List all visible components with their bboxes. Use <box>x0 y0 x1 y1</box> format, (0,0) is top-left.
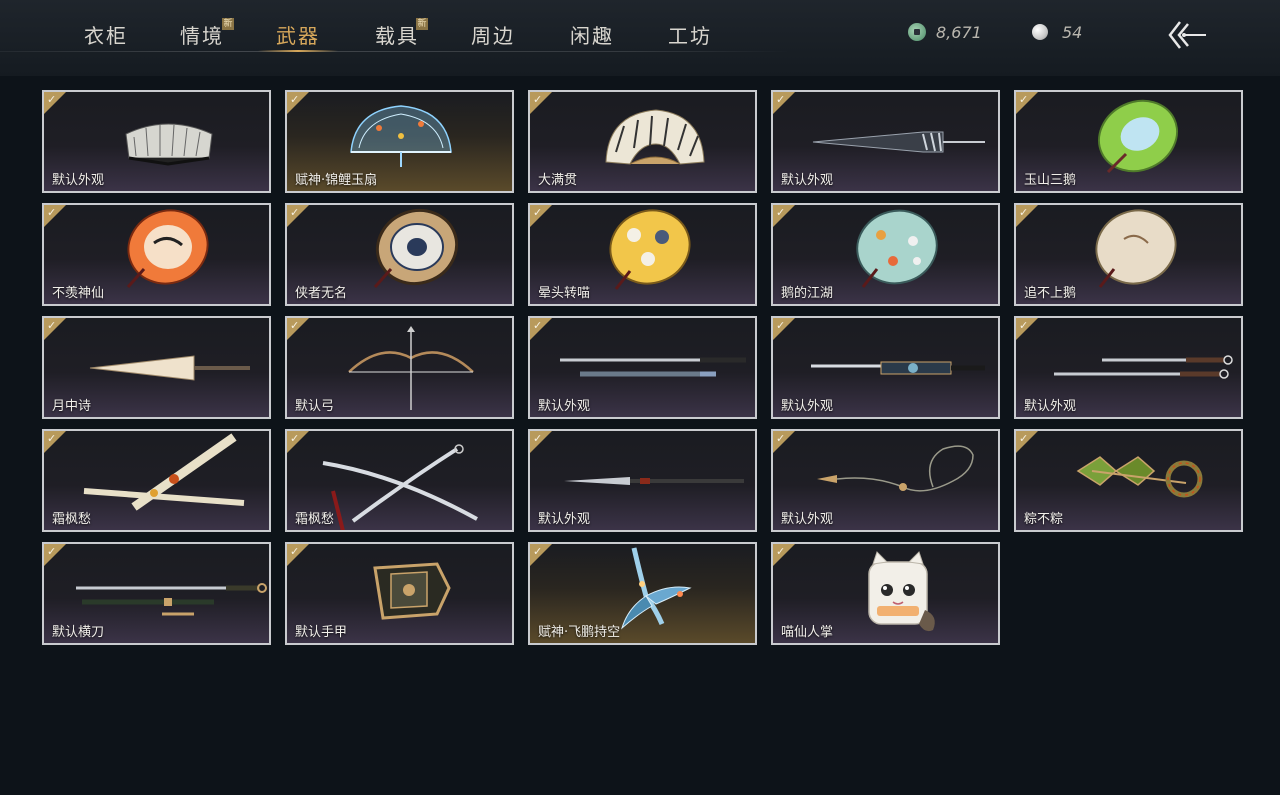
item-label: 默认外观 <box>538 399 591 414</box>
item-label: 追不上鹅 <box>1024 286 1077 301</box>
item-label: 默认横刀 <box>52 625 105 640</box>
check-icon: ✓ <box>533 93 543 106</box>
check-icon: ✓ <box>47 206 57 219</box>
weapon-card[interactable]: ✓ 默认外观 <box>42 90 271 193</box>
item-label: 赋神·锦鲤玉扇 <box>295 173 378 188</box>
jade-currency: 8,671 <box>908 22 982 42</box>
weapon-card[interactable]: ✓ 默认外观 <box>771 316 1000 419</box>
new-badge: 新 <box>416 18 428 30</box>
check-icon: ✓ <box>1019 432 1029 445</box>
check-icon: ✓ <box>776 206 786 219</box>
item-label: 大满贯 <box>538 173 578 188</box>
check-icon: ✓ <box>47 319 57 332</box>
tabs-divider <box>0 51 790 52</box>
weapon-card[interactable]: ✓ 默认外观 <box>528 429 757 532</box>
tab-leisure[interactable]: 闲趣 <box>570 20 614 50</box>
jade-amount: 8,671 <box>936 22 982 42</box>
check-icon: ✓ <box>47 93 57 106</box>
weapon-card[interactable]: ✓ 默认外观 <box>771 429 1000 532</box>
item-label: 默认外观 <box>538 512 591 527</box>
check-icon: ✓ <box>533 432 543 445</box>
item-label: 默认外观 <box>52 173 105 188</box>
weapon-card[interactable]: ✓ 默认横刀 <box>42 542 271 645</box>
tab-scenario[interactable]: 情境 <box>180 20 224 50</box>
check-icon: ✓ <box>533 545 543 558</box>
tab-wardrobe[interactable]: 衣柜 <box>84 20 128 50</box>
check-icon: ✓ <box>1019 93 1029 106</box>
back-arrow-icon <box>1168 21 1206 49</box>
weapon-card[interactable]: ✓ 喵仙人掌 <box>771 542 1000 645</box>
item-label: 赋神·飞鹏持空 <box>538 625 621 640</box>
weapon-card[interactable]: ✓ 侠者无名 <box>285 203 514 306</box>
new-badge: 新 <box>222 18 234 30</box>
weapon-card[interactable]: ✓ 默认弓 <box>285 316 514 419</box>
weapon-card[interactable]: ✓ 不羡神仙 <box>42 203 271 306</box>
back-button[interactable] <box>1166 18 1208 52</box>
pearl-icon <box>1032 24 1048 40</box>
weapon-card[interactable]: ✓ 默认手甲 <box>285 542 514 645</box>
item-label: 霜枫愁 <box>295 512 335 527</box>
item-label: 不羡神仙 <box>52 286 105 301</box>
tab-mounts[interactable]: 载具 <box>375 20 419 50</box>
jade-coin-icon <box>908 23 926 41</box>
check-icon: ✓ <box>47 545 57 558</box>
tab-accessories[interactable]: 周边 <box>471 20 515 50</box>
weapon-card[interactable]: ✓ 赋神·锦鲤玉扇 <box>285 90 514 193</box>
item-label: 默认外观 <box>781 399 834 414</box>
weapon-card[interactable]: ✓ 赋神·飞鹏持空 <box>528 542 757 645</box>
weapon-card[interactable]: ✓ 霜枫愁 <box>285 429 514 532</box>
check-icon: ✓ <box>290 432 300 445</box>
item-label: 月中诗 <box>52 399 92 414</box>
check-icon: ✓ <box>290 93 300 106</box>
check-icon: ✓ <box>533 319 543 332</box>
pearl-currency: 54 <box>1032 22 1082 42</box>
item-label: 默认弓 <box>295 399 335 414</box>
weapon-card[interactable]: ✓ 默认外观 <box>1014 316 1243 419</box>
check-icon: ✓ <box>290 319 300 332</box>
item-label: 喵仙人掌 <box>781 625 834 640</box>
check-icon: ✓ <box>776 545 786 558</box>
weapon-card[interactable]: ✓ 霜枫愁 <box>42 429 271 532</box>
weapon-card[interactable]: ✓ 默认外观 <box>771 90 1000 193</box>
item-label: 粽不粽 <box>1024 512 1064 527</box>
item-label: 侠者无名 <box>295 286 348 301</box>
weapon-card[interactable]: ✓ 鹅的江湖 <box>771 203 1000 306</box>
item-label: 晕头转喵 <box>538 286 591 301</box>
check-icon: ✓ <box>776 319 786 332</box>
item-label: 默认外观 <box>781 173 834 188</box>
check-icon: ✓ <box>533 206 543 219</box>
pearl-amount: 54 <box>1062 22 1083 42</box>
weapon-card[interactable]: ✓ 月中诗 <box>42 316 271 419</box>
item-label: 鹅的江湖 <box>781 286 834 301</box>
tab-weapons[interactable]: 武器 <box>276 20 320 50</box>
tab-workshop[interactable]: 工坊 <box>668 20 712 50</box>
weapon-card[interactable]: ✓ 大满贯 <box>528 90 757 193</box>
weapon-card[interactable]: ✓ 默认外观 <box>528 316 757 419</box>
item-label: 默认外观 <box>781 512 834 527</box>
item-label: 默认外观 <box>1024 399 1077 414</box>
weapon-card[interactable]: ✓ 粽不粽 <box>1014 429 1243 532</box>
item-label: 默认手甲 <box>295 625 348 640</box>
check-icon: ✓ <box>290 206 300 219</box>
check-icon: ✓ <box>290 545 300 558</box>
weapon-card[interactable]: ✓ 追不上鹅 <box>1014 203 1243 306</box>
check-icon: ✓ <box>1019 319 1029 332</box>
check-icon: ✓ <box>1019 206 1029 219</box>
weapon-grid: ✓ 默认外观 ✓ 赋神·锦鲤玉扇 ✓ 大满贯 ✓ 默认外观 ✓ 玉山三鹅 ✓ 不… <box>42 90 1244 646</box>
item-label: 霜枫愁 <box>52 512 92 527</box>
check-icon: ✓ <box>776 432 786 445</box>
weapon-card[interactable]: ✓ 玉山三鹅 <box>1014 90 1243 193</box>
item-label: 玉山三鹅 <box>1024 173 1077 188</box>
check-icon: ✓ <box>47 432 57 445</box>
weapon-card[interactable]: ✓ 晕头转喵 <box>528 203 757 306</box>
check-icon: ✓ <box>776 93 786 106</box>
active-tab-underline <box>258 50 338 52</box>
